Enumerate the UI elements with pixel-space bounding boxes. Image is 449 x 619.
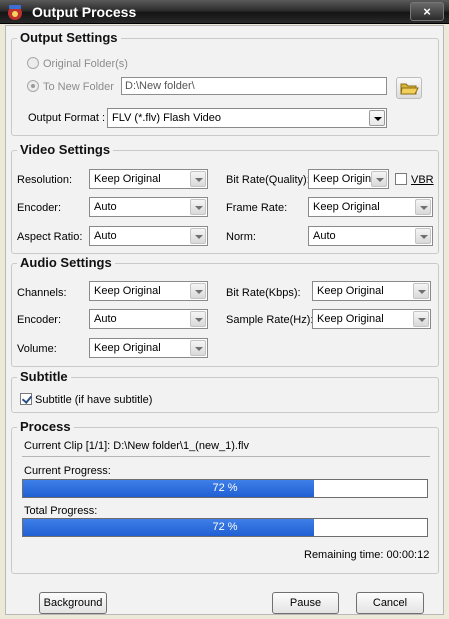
resolution-label: Resolution: bbox=[17, 174, 73, 186]
subtitle-checkbox[interactable] bbox=[20, 393, 32, 405]
norm-value: Auto bbox=[313, 230, 336, 242]
channels-label: Channels: bbox=[17, 287, 67, 299]
close-button[interactable]: × bbox=[410, 2, 444, 21]
output-format-select[interactable]: FLV (*.flv) Flash Video bbox=[107, 108, 387, 128]
channels-select[interactable]: Keep Original bbox=[89, 281, 208, 301]
chevron-down-icon bbox=[371, 171, 387, 187]
process-title: Process bbox=[17, 419, 74, 434]
chevron-down-icon bbox=[190, 171, 206, 187]
chevron-down-icon bbox=[190, 283, 206, 299]
norm-select[interactable]: Auto bbox=[308, 226, 433, 246]
chevron-down-icon bbox=[413, 311, 429, 327]
sample-rate-value: Keep Original bbox=[317, 313, 384, 325]
chevron-down-icon bbox=[190, 228, 206, 244]
output-format-label: Output Format : bbox=[28, 112, 106, 124]
original-folder-label: Original Folder(s) bbox=[43, 58, 128, 70]
chevron-down-icon bbox=[413, 283, 429, 299]
volume-select[interactable]: Keep Original bbox=[89, 338, 208, 358]
frame-rate-value: Keep Original bbox=[313, 201, 380, 213]
chevron-down-icon bbox=[190, 199, 206, 215]
video-encoder-value: Auto bbox=[94, 201, 117, 213]
audio-encoder-label: Encoder: bbox=[17, 314, 62, 326]
original-folder-radio[interactable] bbox=[27, 57, 39, 69]
to-new-folder-radio[interactable] bbox=[27, 80, 39, 92]
chevron-down-icon bbox=[415, 199, 431, 215]
current-progress-text: 72 % bbox=[212, 482, 238, 494]
title-bar: Output Process × bbox=[0, 0, 449, 24]
pause-button[interactable]: Pause bbox=[272, 592, 339, 614]
remaining-time-text: Remaining time: 00:00:12 bbox=[304, 549, 430, 561]
close-icon: × bbox=[423, 4, 431, 19]
output-settings-title: Output Settings bbox=[17, 30, 121, 45]
resolution-select[interactable]: Keep Original bbox=[89, 169, 208, 189]
sample-rate-select[interactable]: Keep Original bbox=[312, 309, 431, 329]
audio-settings-title: Audio Settings bbox=[17, 255, 115, 270]
process-divider bbox=[22, 456, 430, 457]
current-progress-label: Current Progress: bbox=[24, 465, 111, 477]
aspect-ratio-value: Auto bbox=[94, 230, 117, 242]
frame-rate-select[interactable]: Keep Original bbox=[308, 197, 433, 217]
audio-encoder-select[interactable]: Auto bbox=[89, 309, 208, 329]
chevron-down-icon bbox=[190, 340, 206, 356]
to-new-folder-label: To New Folder bbox=[43, 81, 114, 93]
cancel-button[interactable]: Cancel bbox=[356, 592, 424, 614]
chevron-down-icon bbox=[369, 110, 385, 126]
video-bitrate-label: Bit Rate(Quality): bbox=[226, 174, 310, 186]
video-bitrate-select[interactable]: Keep Original bbox=[308, 169, 389, 189]
total-progress-label: Total Progress: bbox=[24, 505, 98, 517]
channels-value: Keep Original bbox=[94, 285, 161, 297]
current-progress-bar: 72 % bbox=[22, 479, 428, 498]
audio-bitrate-value: Keep Original bbox=[317, 285, 384, 297]
app-logo-icon bbox=[8, 5, 22, 20]
window-title: Output Process bbox=[32, 4, 137, 20]
folder-open-icon bbox=[400, 83, 419, 95]
background-button[interactable]: Background bbox=[39, 592, 107, 614]
browse-folder-button[interactable] bbox=[396, 77, 422, 99]
current-clip-text: Current Clip [1/1]: D:\New folder\1_(new… bbox=[24, 440, 249, 452]
video-encoder-select[interactable]: Auto bbox=[89, 197, 208, 217]
total-progress-bar: 72 % bbox=[22, 518, 428, 537]
video-encoder-label: Encoder: bbox=[17, 202, 62, 214]
chevron-down-icon bbox=[415, 228, 431, 244]
audio-bitrate-label: Bit Rate(Kbps): bbox=[226, 287, 301, 299]
video-settings-title: Video Settings bbox=[17, 142, 114, 157]
frame-rate-label: Frame Rate: bbox=[226, 202, 288, 214]
output-format-value: FLV (*.flv) Flash Video bbox=[112, 112, 222, 124]
resolution-value: Keep Original bbox=[94, 173, 161, 185]
norm-label: Norm: bbox=[226, 231, 256, 243]
total-progress-text: 72 % bbox=[212, 521, 238, 533]
subtitle-title: Subtitle bbox=[17, 369, 71, 384]
chevron-down-icon bbox=[190, 311, 206, 327]
audio-encoder-value: Auto bbox=[94, 313, 117, 325]
audio-bitrate-select[interactable]: Keep Original bbox=[312, 281, 431, 301]
folder-path-input[interactable]: D:\New folder\ bbox=[121, 77, 387, 95]
volume-value: Keep Original bbox=[94, 342, 161, 354]
aspect-ratio-select[interactable]: Auto bbox=[89, 226, 208, 246]
subtitle-checkbox-label: Subtitle (if have subtitle) bbox=[35, 394, 153, 406]
aspect-ratio-label: Aspect Ratio: bbox=[17, 231, 83, 243]
volume-label: Volume: bbox=[17, 343, 57, 355]
vbr-label: VBR bbox=[411, 174, 434, 186]
sample-rate-label: Sample Rate(Hz): bbox=[226, 314, 314, 326]
vbr-checkbox[interactable] bbox=[395, 173, 407, 185]
